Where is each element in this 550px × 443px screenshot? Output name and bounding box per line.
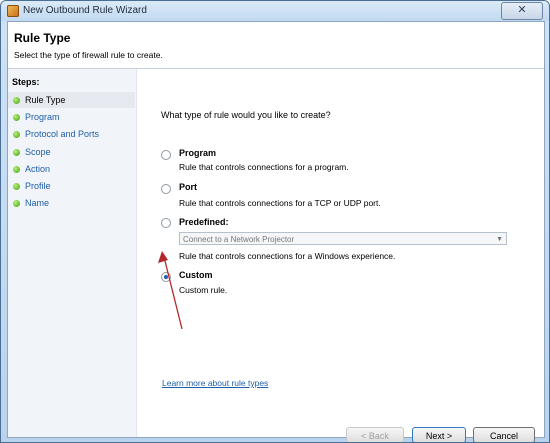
port-radio[interactable] [161,184,171,194]
sidebar-item-rule-type[interactable]: Rule Type [8,92,135,108]
rule-type-question: What type of rule would you like to crea… [161,110,331,120]
sidebar-item-label: Scope [25,147,51,157]
window-title: New Outbound Rule Wizard [23,5,147,16]
step-status-icon [13,200,20,207]
sidebar-item-program[interactable]: Program [8,109,135,125]
sidebar-item-name[interactable]: Name [8,195,135,211]
sidebar-item-label: Action [25,164,51,174]
step-status-icon [13,131,20,138]
page-title: Rule Type [14,31,71,45]
program-option-title[interactable]: Program [179,148,216,158]
port-option-desc: Rule that controls connections for a TCP… [179,198,381,208]
steps-label: Steps: [12,77,40,87]
next-button[interactable]: Next > [412,427,466,442]
sidebar-item-label: Name [25,198,50,208]
sidebar-item-action[interactable]: Action [8,161,135,177]
step-status-icon [13,149,20,156]
step-status-icon [13,183,20,190]
page-subtitle: Select the type of firewall rule to crea… [14,50,163,60]
step-status-icon [13,114,20,121]
predefined-radio[interactable] [161,218,171,228]
close-button[interactable]: ✕ [501,2,543,20]
sidebar-item-label: Rule Type [25,95,66,105]
annotation-arrow-icon [158,251,183,330]
step-status-icon [13,166,20,173]
wizard-content: Rule Type Select the type of firewall ru… [7,21,545,442]
predefined-select[interactable]: Connect to a Network Projector ▼ [179,232,507,245]
title-bar[interactable]: New Outbound Rule Wizard ✕ [1,1,549,21]
chevron-down-icon[interactable]: ▼ [496,233,503,246]
back-button[interactable]: < Back [346,427,404,442]
predefined-select-value: Connect to a Network Projector [183,235,295,244]
step-status-icon [13,97,20,104]
steps-sidebar: Steps: Rule Type Program Protocol and Po… [8,69,137,437]
sidebar-item-profile[interactable]: Profile [8,178,135,194]
learn-more-link[interactable]: Learn more about rule types [162,378,268,388]
predefined-option-desc: Rule that controls connections for a Win… [179,251,396,261]
sidebar-item-label: Protocol and Ports [25,129,100,139]
predefined-option-title[interactable]: Predefined: [179,217,229,227]
firewall-app-icon [7,5,19,17]
sidebar-item-protocol-and-ports[interactable]: Protocol and Ports [8,126,135,142]
sidebar-item-scope[interactable]: Scope [8,144,135,160]
wizard-header: Rule Type Select the type of firewall ru… [8,22,544,69]
program-option-desc: Rule that controls connections for a pro… [179,162,349,172]
sidebar-item-label: Profile [25,181,51,191]
cancel-button[interactable]: Cancel [473,427,535,442]
main-panel: What type of rule would you like to crea… [137,69,544,442]
program-radio[interactable] [161,150,171,160]
wizard-window: New Outbound Rule Wizard ✕ Rule Type Sel… [0,0,550,443]
sidebar-item-label: Program [25,112,60,122]
port-option-title[interactable]: Port [179,182,197,192]
